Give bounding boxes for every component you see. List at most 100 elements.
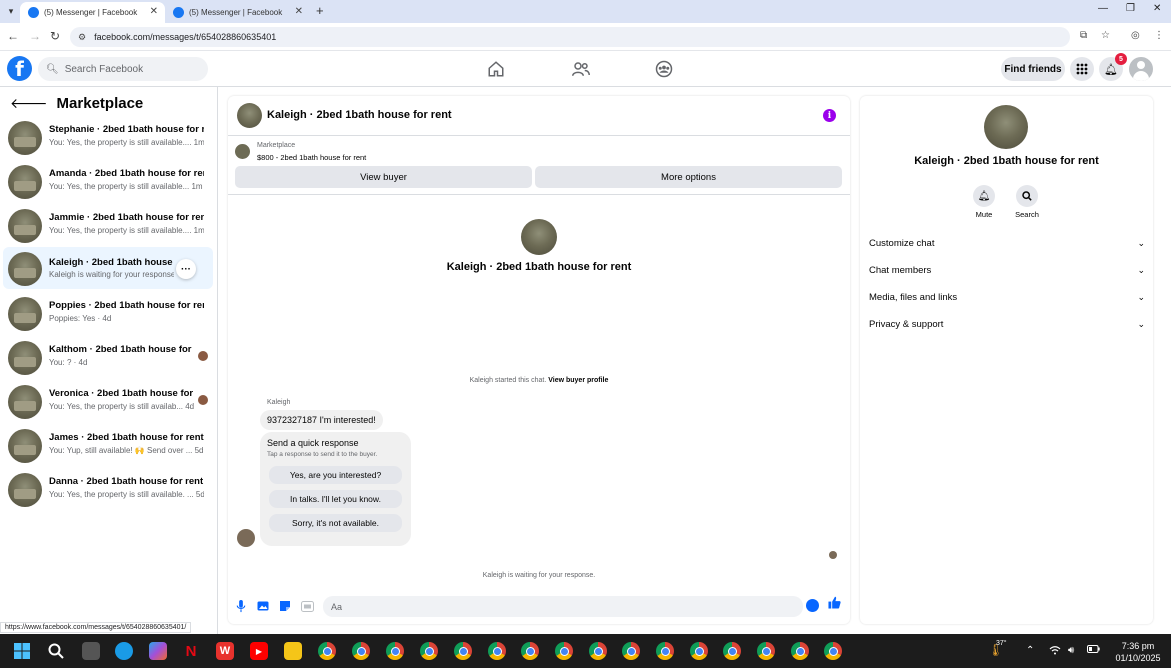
sidebar-title: Marketplace — [56, 95, 144, 112]
facebook-search[interactable]: 🔍︎ — [38, 57, 208, 81]
customize-chat-row[interactable]: Customize chat ⌄ — [869, 233, 1145, 253]
message-input[interactable] — [323, 596, 803, 617]
quick-response-option[interactable]: Yes, are you interested? — [269, 466, 402, 484]
avatar[interactable] — [237, 103, 262, 128]
volume-icon[interactable]: 🔊︎ — [1068, 645, 1074, 656]
wifi-icon[interactable] — [1049, 645, 1061, 658]
youtube-icon[interactable]: ▶ — [250, 642, 268, 660]
browser-tab[interactable]: (5) Messenger | Facebook ✕ — [165, 2, 310, 23]
conversation-preview: You: Yes, the property is still availabl… — [49, 490, 204, 499]
menu-grid-icon[interactable] — [1070, 57, 1094, 81]
conversation-title: Danna · 2bed 1bath house for rent — [49, 476, 204, 487]
chrome-profile-icon[interactable] — [690, 642, 708, 660]
chrome-profile-icon[interactable] — [824, 642, 842, 660]
search-input[interactable] — [64, 63, 195, 75]
battery-icon[interactable] — [1087, 645, 1100, 656]
view-buyer-button[interactable]: View buyer — [235, 166, 532, 188]
more-options-button[interactable]: ··· — [176, 259, 196, 279]
minimize-icon[interactable]: — — [1098, 3, 1108, 14]
photo-icon[interactable] — [256, 599, 270, 613]
avatar[interactable] — [984, 105, 1028, 149]
facebook-logo-icon[interactable]: f — [7, 56, 32, 81]
back-arrow-icon[interactable]: ← — [7, 29, 19, 43]
info-panel-name: Kaleigh · 2bed 1bath house for rent — [914, 155, 1099, 167]
chrome-profile-icon[interactable] — [589, 642, 607, 660]
privacy-support-row[interactable]: Privacy & support ⌄ — [869, 314, 1145, 334]
chrome-profile-icon[interactable] — [521, 642, 539, 660]
install-app-icon[interactable]: ⧉ — [1080, 30, 1087, 41]
edge-icon[interactable] — [115, 642, 133, 660]
conversation-item[interactable]: Amanda · 2bed 1bath house for rent You: … — [3, 162, 213, 204]
chrome-profile-icon[interactable] — [757, 642, 775, 660]
kebab-menu-icon[interactable]: ⋮ — [1154, 30, 1164, 41]
info-icon[interactable]: i — [823, 109, 836, 122]
mute-button[interactable]: 🔔︎ Mute — [964, 185, 1004, 219]
site-settings-icon[interactable]: ⚙ — [78, 32, 86, 43]
chrome-profile-icon[interactable] — [656, 642, 674, 660]
url-field[interactable]: ⚙ facebook.com/messages/t/65402886063540… — [70, 27, 1070, 47]
find-friends-button[interactable]: Find friends — [1001, 57, 1065, 81]
emoji-icon[interactable] — [806, 599, 819, 612]
chrome-profile-icon[interactable] — [420, 642, 438, 660]
status-bar-url: https://www.facebook.com/messages/t/6540… — [0, 622, 192, 633]
notification-badge: 5 — [1115, 53, 1127, 65]
conversation-item[interactable]: James · 2bed 1bath house for rent You: Y… — [3, 426, 213, 468]
chrome-profile-icon[interactable] — [386, 642, 404, 660]
view-buyer-profile-link[interactable]: View buyer profile — [548, 377, 608, 384]
chrome-profile-icon[interactable] — [352, 642, 370, 660]
chrome-profile-icon[interactable] — [555, 642, 573, 660]
profile-avatar[interactable] — [1129, 57, 1153, 81]
conversation-item[interactable]: Poppies · 2bed 1bath house for rent Popp… — [3, 294, 213, 336]
browser-tab-active[interactable]: (5) Messenger | Facebook ✕ — [20, 2, 165, 23]
conversation-item-selected[interactable]: Kaleigh · 2bed 1bath house for rent Kale… — [3, 247, 213, 289]
facebook-favicon-icon — [173, 7, 184, 18]
friends-icon[interactable] — [570, 58, 592, 80]
chevron-up-icon[interactable]: ⌃ — [1026, 645, 1034, 656]
clock[interactable]: 7:36 pm 01/10/2025 — [1112, 640, 1164, 664]
conversation-item[interactable]: Kalthom · 2bed 1bath house for ... You: … — [3, 338, 213, 380]
groups-icon[interactable] — [653, 58, 675, 80]
task-view-icon[interactable] — [82, 642, 100, 660]
microphone-icon[interactable] — [234, 599, 248, 613]
bookmark-star-icon[interactable]: ☆ — [1101, 30, 1110, 41]
more-options-button[interactable]: More options — [535, 166, 842, 188]
thumbs-up-icon[interactable] — [828, 596, 841, 612]
address-bar-row: ← → ↻ ⚙ facebook.com/messages/t/65402886… — [0, 23, 1171, 51]
home-icon[interactable] — [485, 58, 507, 80]
back-arrow-icon[interactable]: 🡐 — [10, 95, 48, 112]
wps-office-icon[interactable]: W — [216, 642, 234, 660]
search-conversation-button[interactable]: Search — [1007, 185, 1047, 219]
gif-icon[interactable] — [300, 599, 314, 613]
chrome-profile-icon[interactable] — [622, 642, 640, 660]
conversation-item[interactable]: Veronica · 2bed 1bath house for ... You:… — [3, 382, 213, 424]
close-window-icon[interactable]: ✕ — [1153, 3, 1161, 14]
chat-title[interactable]: Kaleigh · 2bed 1bath house for rent — [267, 109, 452, 121]
reload-icon[interactable]: ↻ — [50, 29, 60, 43]
chrome-profile-icon[interactable] — [791, 642, 809, 660]
marketplace-sidebar: 🡐 Marketplace Stephanie · 2bed 1bath hou… — [0, 87, 218, 634]
close-tab-icon[interactable]: ✕ — [295, 6, 303, 17]
conversation-item[interactable]: Danna · 2bed 1bath house for rent You: Y… — [3, 470, 213, 512]
quick-response-option[interactable]: In talks. I'll let you know. — [269, 490, 402, 508]
conversation-item[interactable]: Stephanie · 2bed 1bath house for r... Yo… — [3, 118, 213, 160]
quick-response-option[interactable]: Sorry, it's not available. — [269, 514, 402, 532]
forward-arrow-icon[interactable]: → — [29, 29, 41, 43]
chrome-profile-icon[interactable] — [723, 642, 741, 660]
chat-members-row[interactable]: Chat members ⌄ — [869, 260, 1145, 280]
chrome-profile-icon[interactable] — [488, 642, 506, 660]
close-tab-icon[interactable]: ✕ — [150, 6, 158, 17]
tab-search-icon[interactable]: ▾ — [3, 3, 19, 19]
media-files-links-row[interactable]: Media, files and links ⌄ — [869, 287, 1145, 307]
chrome-icon[interactable] — [318, 642, 336, 660]
conversation-item[interactable]: Jammie · 2bed 1bath house for rent You: … — [3, 206, 213, 248]
sticker-icon[interactable] — [278, 599, 292, 613]
file-explorer-icon[interactable] — [284, 642, 302, 660]
copilot-icon[interactable] — [149, 642, 167, 660]
restore-icon[interactable]: ❐ — [1126, 3, 1135, 14]
account-icon[interactable]: ◎ — [1131, 30, 1140, 41]
netflix-icon[interactable]: N — [182, 642, 200, 660]
new-tab-icon[interactable]: + — [316, 3, 324, 18]
search-icon[interactable] — [47, 642, 65, 660]
chrome-profile-icon[interactable] — [454, 642, 472, 660]
windows-start-icon[interactable] — [13, 642, 31, 660]
